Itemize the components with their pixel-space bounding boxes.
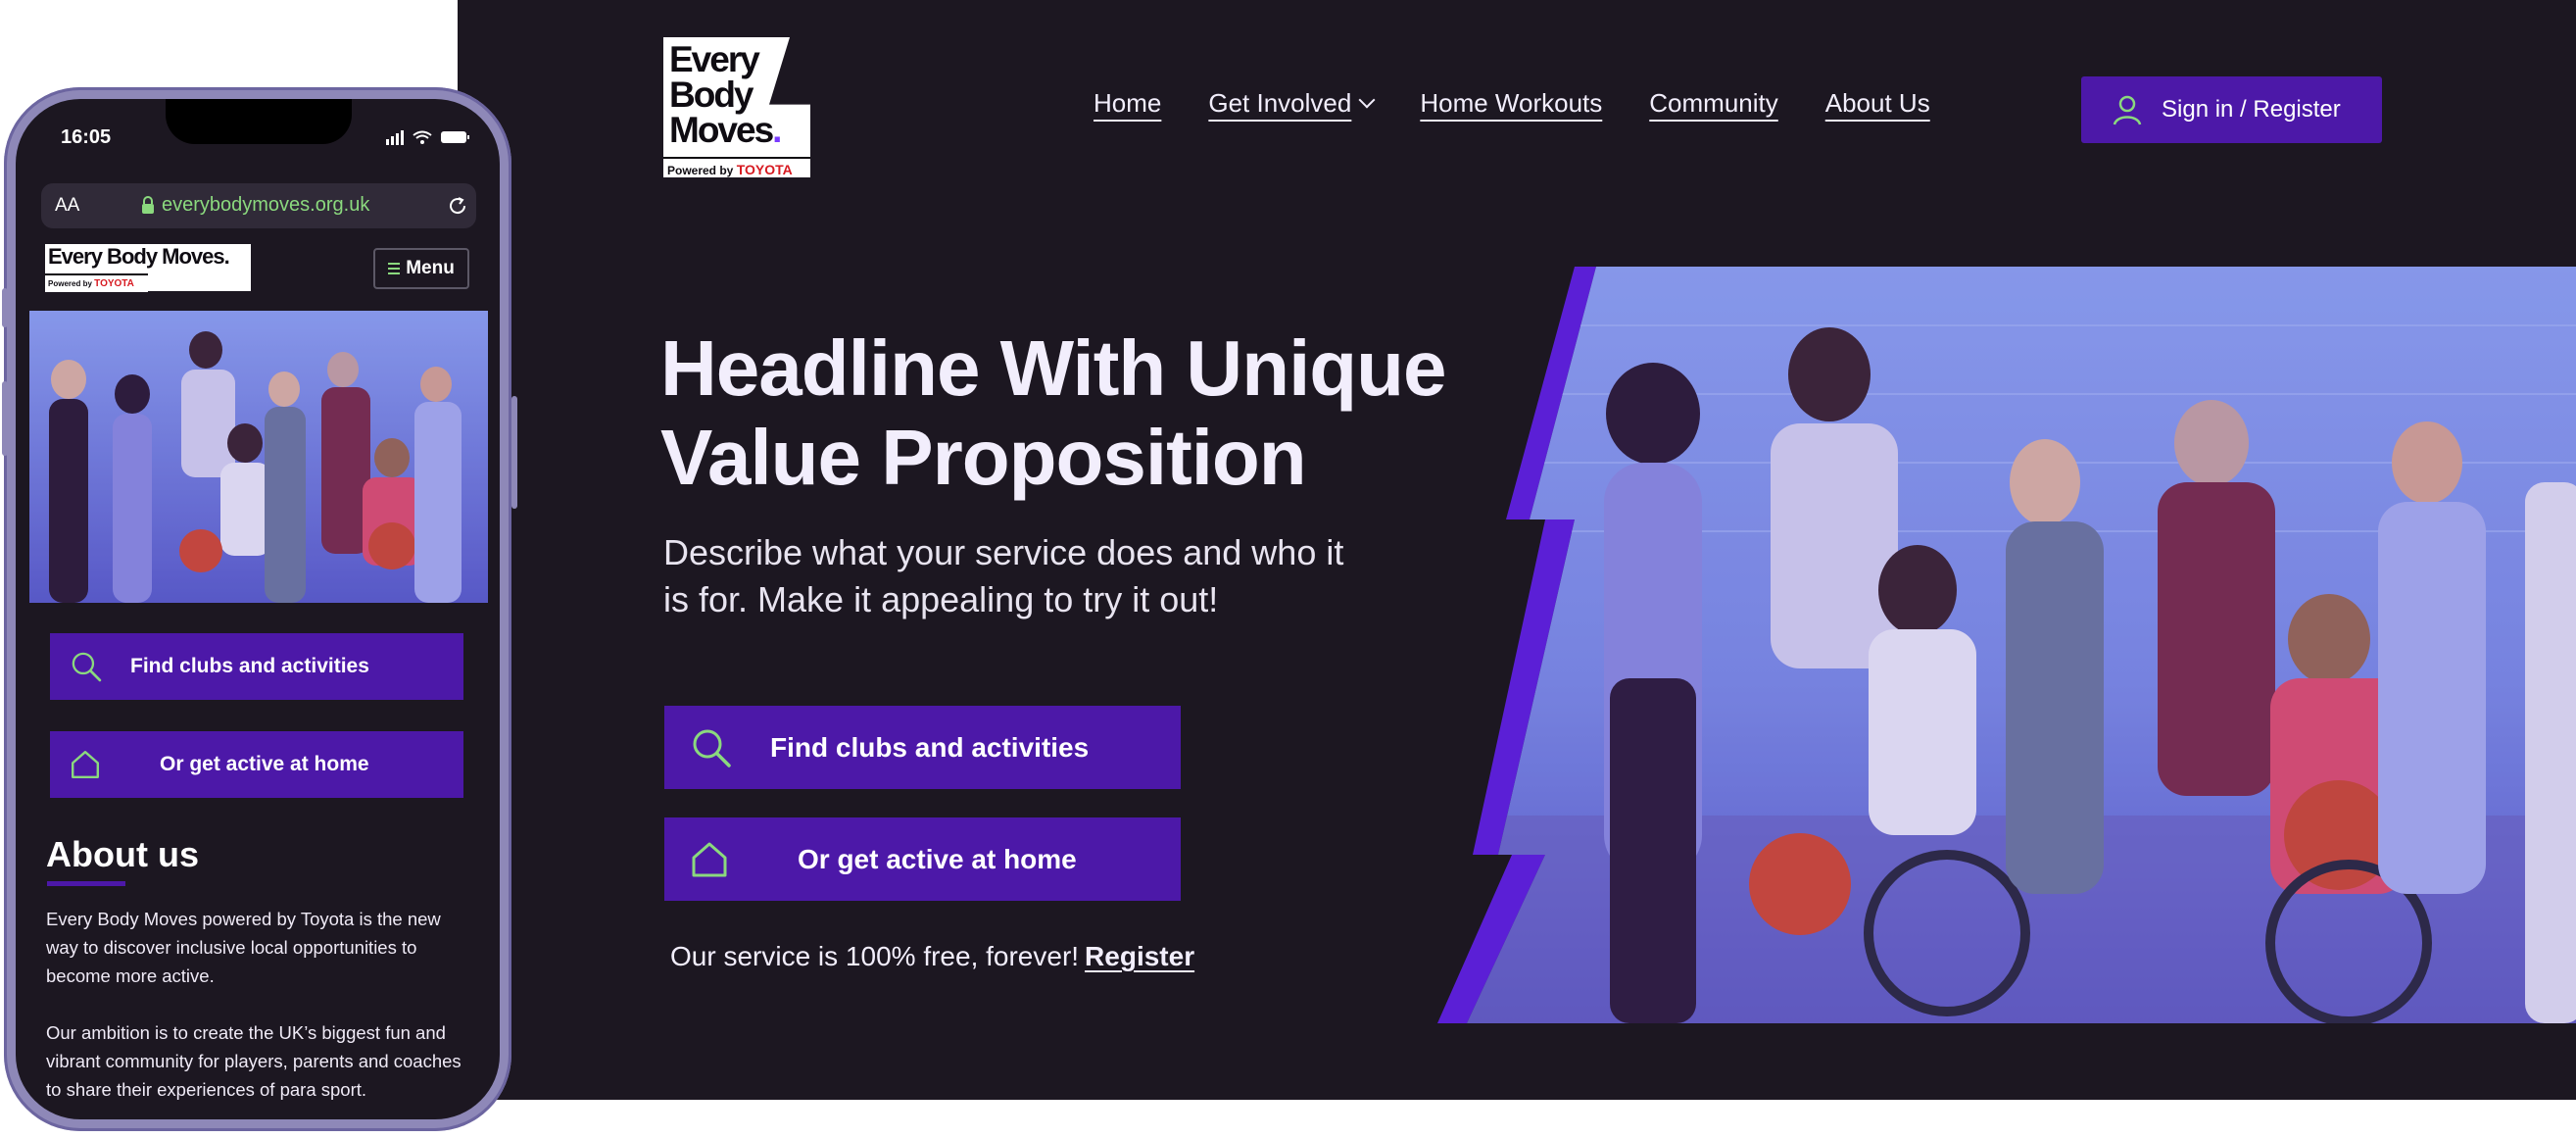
main-nav: Home Get Involved Home Workouts Communit… <box>1094 88 1930 119</box>
sign-in-register-button[interactable]: Sign in / Register <box>2081 76 2382 143</box>
free-service-note: Our service is 100% free, forever! Regist… <box>670 941 1194 972</box>
about-us-paragraph-1: Every Body Moves powered by Toyota is th… <box>46 909 441 986</box>
desktop-site: Every Body Moves. Powered by TOYOTA Home… <box>458 0 2576 1100</box>
mobile-site-logo[interactable]: Every Body Moves. Powered by TOYOTA <box>45 244 251 292</box>
site-logo[interactable]: Every Body Moves. Powered by TOYOTA <box>663 37 810 177</box>
register-link[interactable]: Register <box>1085 941 1194 971</box>
get-active-at-home-button[interactable]: Or get active at home <box>664 817 1181 901</box>
browser-url-bar[interactable]: AA everybodymoves.org.uk <box>41 183 476 228</box>
free-service-text: Our service is 100% free, forever! <box>670 941 1080 971</box>
status-icons <box>386 130 469 145</box>
search-icon <box>693 729 731 767</box>
mobile-powered-by-toyota: Powered by TOYOTA <box>45 273 148 292</box>
reload-icon[interactable] <box>447 195 468 217</box>
about-us-heading: About us <box>46 834 199 874</box>
chevron-down-icon <box>1358 91 1376 109</box>
menu-button[interactable]: Menu <box>373 248 469 289</box>
hero-headline: Headline With Unique Value Proposition <box>660 324 1447 501</box>
powered-by-toyota: Powered by TOYOTA <box>663 157 810 177</box>
mobile-get-active-label: Or get active at home <box>160 753 369 775</box>
mobile-find-clubs-button[interactable]: Find clubs and activities <box>50 633 463 700</box>
user-icon <box>2113 95 2142 125</box>
mobile-logo-wordmark: Every Body Moves. <box>48 244 230 269</box>
nav-community[interactable]: Community <box>1649 88 1777 119</box>
nav-home-workouts[interactable]: Home Workouts <box>1420 88 1602 119</box>
lock-icon <box>142 196 154 214</box>
phone-notch <box>166 99 352 144</box>
phone-side-button <box>511 396 517 509</box>
phone-side-button <box>2 288 8 327</box>
find-clubs-button[interactable]: Find clubs and activities <box>664 706 1181 789</box>
hero-image <box>1437 267 2576 1023</box>
phone-side-button <box>2 381 8 456</box>
get-active-label: Or get active at home <box>798 843 1077 874</box>
menu-icon <box>388 263 401 274</box>
find-clubs-label: Find clubs and activities <box>770 731 1090 763</box>
mobile-find-clubs-label: Find clubs and activities <box>130 655 369 677</box>
logo-word-every: Every <box>669 39 760 79</box>
home-icon <box>692 842 727 876</box>
url-text: everybodymoves.org.uk <box>162 194 370 216</box>
status-time: 16:05 <box>61 126 112 148</box>
menu-label: Menu <box>406 258 455 278</box>
nav-about-us[interactable]: About Us <box>1825 88 1930 119</box>
mobile-get-active-at-home-button[interactable]: Or get active at home <box>50 731 463 798</box>
about-us-paragraph-2: Our ambition is to create the UK’s bigge… <box>46 1022 462 1100</box>
phone-screen: 16:05 AA everybodymoves.org.uk Every Bod… <box>16 99 500 1119</box>
logo-word-moves: Moves. <box>669 110 783 150</box>
phone-mockup: 16:05 AA everybodymoves.org.uk Every Bod… <box>2 87 517 1131</box>
screenshot-stage: Every Body Moves. Powered by TOYOTA Home… <box>0 0 2576 1138</box>
about-us-underline <box>47 881 125 886</box>
text-size-toggle[interactable]: AA <box>55 195 79 217</box>
hero-subheadline: Describe what your service does and who … <box>663 532 1344 619</box>
home-icon <box>72 751 99 778</box>
nav-get-involved[interactable]: Get Involved <box>1208 88 1376 119</box>
search-icon <box>72 652 102 682</box>
logo-word-body: Body <box>669 74 753 115</box>
sign-in-label: Sign in / Register <box>2162 96 2341 123</box>
nav-home[interactable]: Home <box>1094 88 1161 119</box>
mobile-hero-image <box>29 311 488 603</box>
